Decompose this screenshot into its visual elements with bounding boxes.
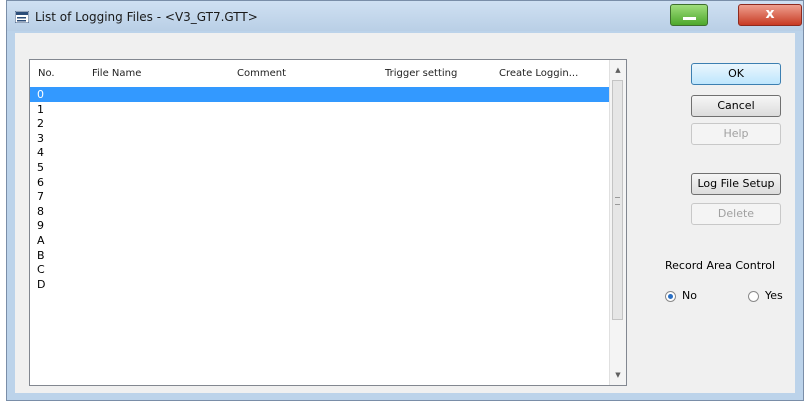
radio-no-label: No [682, 289, 697, 302]
up-arrow-icon[interactable]: ▲ [610, 62, 626, 78]
list-item[interactable]: 6 [30, 175, 610, 190]
minimize-button[interactable] [670, 4, 708, 26]
minimize-icon [683, 17, 696, 20]
list-item-number: 4 [37, 146, 44, 160]
list-item[interactable]: 5 [30, 160, 610, 175]
window-title: List of Logging Files - <V3_GT7.GTT> [35, 10, 258, 24]
log-file-setup-button[interactable]: Log File Setup [691, 173, 781, 195]
list-item-number: 6 [37, 175, 44, 189]
list-item-number: 3 [37, 131, 44, 145]
radio-no[interactable]: No [665, 289, 697, 302]
logging-files-list[interactable]: No. File Name Comment Trigger setting Cr… [29, 59, 627, 386]
column-header-file-name[interactable]: File Name [92, 68, 141, 79]
vertical-scrollbar[interactable]: ▲ ▼ [609, 60, 626, 385]
close-icon: x [765, 6, 775, 22]
column-header-no[interactable]: No. [38, 68, 55, 79]
radio-yes[interactable]: Yes [748, 289, 783, 302]
list-item[interactable]: 8 [30, 204, 610, 219]
delete-button[interactable]: Delete [691, 203, 781, 225]
list-item-number: 9 [37, 219, 44, 233]
list-item[interactable]: 7 [30, 189, 610, 204]
list-item-number: B [37, 248, 45, 262]
ok-button[interactable]: OK [691, 63, 781, 85]
list-item-number: 7 [37, 190, 44, 204]
cancel-button[interactable]: Cancel [691, 95, 781, 117]
list-item-number: A [37, 233, 45, 247]
list-icon [15, 11, 29, 23]
list-item[interactable]: 9 [30, 218, 610, 233]
list-item-number: 1 [37, 102, 44, 116]
list-item[interactable]: 3 [30, 131, 610, 146]
list-item-number: 8 [37, 204, 44, 218]
radio-selected-icon [665, 290, 676, 302]
list-rows: 0 1 2 3 4 5 6 7 8 9 A B C D [30, 87, 610, 291]
list-item[interactable]: 0 [30, 87, 610, 102]
close-button[interactable]: x [738, 4, 802, 26]
list-header: No. File Name Comment Trigger setting Cr… [30, 60, 610, 86]
column-header-create-logging[interactable]: Create Loggin... [499, 68, 578, 79]
help-button[interactable]: Help [691, 123, 781, 145]
radio-yes-label: Yes [765, 289, 783, 302]
scrollbar-thumb[interactable] [612, 80, 623, 320]
title-bar[interactable]: List of Logging Files - <V3_GT7.GTT> x [7, 1, 803, 31]
list-item[interactable]: 2 [30, 116, 610, 131]
record-area-control-label: Record Area Control [665, 259, 776, 272]
list-item[interactable]: 1 [30, 102, 610, 117]
list-item-number: D [37, 277, 46, 291]
list-item-number: 5 [37, 160, 44, 174]
column-header-comment[interactable]: Comment [237, 68, 286, 79]
list-item[interactable]: B [30, 248, 610, 263]
dialog-window: List of Logging Files - <V3_GT7.GTT> x N… [6, 0, 804, 401]
list-item-number: 0 [37, 88, 44, 101]
column-header-trigger[interactable]: Trigger setting [385, 68, 457, 79]
list-item[interactable]: 4 [30, 145, 610, 160]
list-item-number: 2 [37, 117, 44, 131]
list-item[interactable]: D [30, 277, 610, 292]
list-item[interactable]: C [30, 262, 610, 277]
list-item-number: C [37, 263, 45, 277]
radio-unselected-icon [748, 290, 759, 302]
grip-icon [615, 197, 620, 205]
down-arrow-icon[interactable]: ▼ [610, 367, 626, 383]
dialog-body: No. File Name Comment Trigger setting Cr… [15, 33, 795, 393]
list-item[interactable]: A [30, 233, 610, 248]
